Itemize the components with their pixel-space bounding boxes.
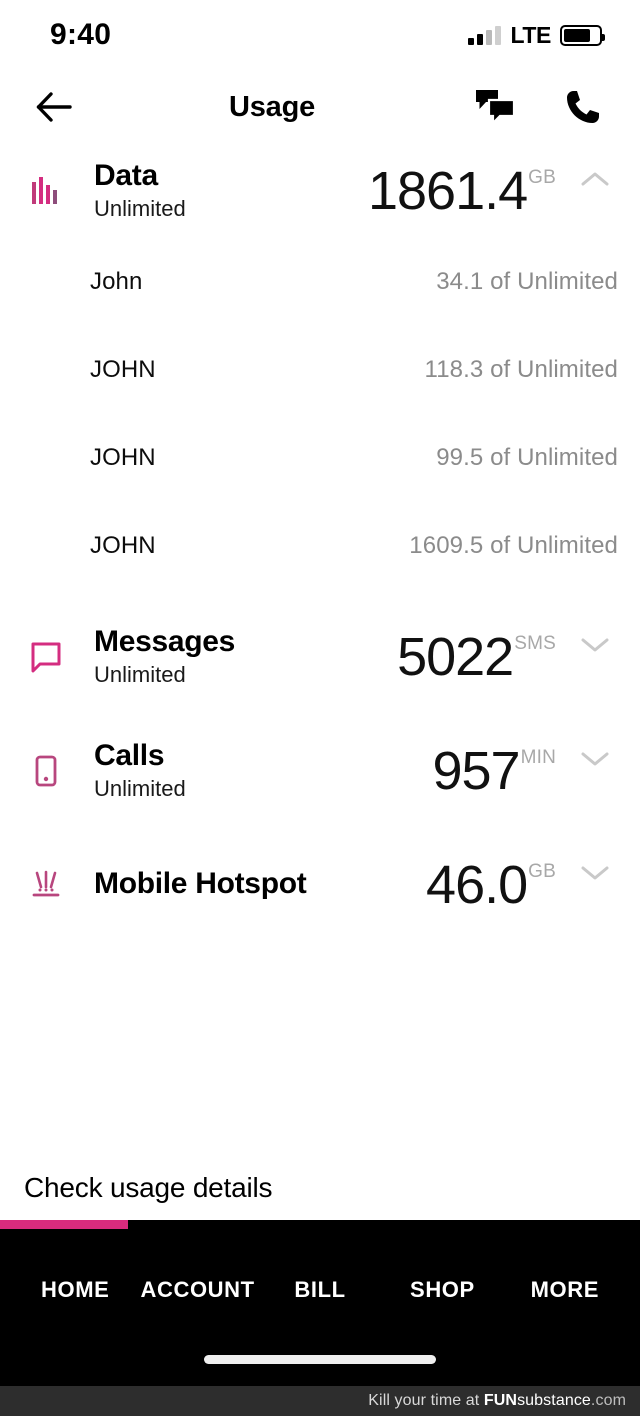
call-button[interactable] (560, 84, 606, 130)
phone-screen: 9:40 LTE Usage Data Unlimited 1861.4 GB … (0, 0, 640, 1416)
section-unit: MIN (520, 747, 556, 768)
phone-device-icon (24, 749, 68, 793)
chevron-down-icon[interactable] (572, 864, 618, 882)
usage-list: Data Unlimited 1861.4 GB John 34.1 of Un… (0, 144, 640, 1220)
phone-handset-icon (567, 91, 599, 123)
section-title: Calls (94, 738, 165, 772)
line-usage: 118.3 of Unlimited (424, 356, 618, 383)
check-usage-details-link[interactable]: Check usage details (0, 1156, 640, 1220)
watermark-suffix: .com (590, 1392, 626, 1409)
watermark-brand-bold: FUN (483, 1392, 518, 1409)
bar-chart-icon (24, 169, 68, 213)
section-value-group: 957 MIN (432, 744, 618, 798)
section-divider (0, 704, 640, 724)
messages-button[interactable] (472, 84, 518, 130)
section-title: Mobile Hotspot (94, 867, 307, 901)
section-divider (0, 590, 640, 610)
cellular-signal-icon (468, 25, 502, 45)
section-labels: Mobile Hotspot (94, 867, 307, 903)
chevron-down-icon[interactable] (572, 636, 618, 654)
section-unit: SMS (514, 633, 556, 654)
tab-home[interactable]: HOME (14, 1277, 136, 1303)
section-value-group: 5022 SMS (397, 630, 618, 684)
line-name: JOHN (90, 532, 156, 559)
section-labels: Calls Unlimited (94, 739, 186, 803)
section-labels: Messages Unlimited (94, 625, 235, 689)
section-value: 957 (432, 741, 520, 801)
home-indicator[interactable] (204, 1355, 436, 1364)
usage-section-mobile-hotspot[interactable]: Mobile Hotspot 46.0 GB (0, 838, 640, 932)
status-indicators: LTE (468, 21, 605, 49)
status-clock: 9:40 (50, 18, 112, 51)
usage-section-data[interactable]: Data Unlimited 1861.4 GB (0, 144, 640, 238)
status-bar: 9:40 LTE (0, 0, 640, 70)
section-subtitle: Unlimited (94, 661, 186, 687)
line-usage: 1609.5 of Unlimited (409, 532, 618, 559)
watermark-bar: Kill your time at FUNsubstance.com (0, 1386, 640, 1416)
arrow-left-icon (36, 92, 72, 122)
watermark-prefix: Kill your time at (368, 1392, 484, 1409)
watermark-text: Kill your time at FUNsubstance.com (368, 1392, 626, 1410)
speech-bubble-icon (24, 635, 68, 679)
section-value-group: 46.0 GB (426, 858, 618, 912)
tab-shop[interactable]: SHOP (381, 1277, 503, 1303)
table-row[interactable]: JOHN 118.3 of Unlimited (0, 326, 640, 414)
watermark-brand-rest: substance (517, 1392, 591, 1409)
bottom-navigation: HOME ACCOUNT BILL SHOP MORE (0, 1220, 640, 1386)
section-value-group: 1861.4 GB (368, 164, 618, 218)
tab-bill[interactable]: BILL (259, 1277, 381, 1303)
table-row[interactable]: John 34.1 of Unlimited (0, 238, 640, 326)
line-name: John (90, 268, 143, 295)
chevron-up-icon[interactable] (572, 170, 618, 188)
section-subtitle: Unlimited (94, 775, 186, 801)
line-usage: 34.1 of Unlimited (436, 268, 618, 295)
section-value: 5022 (397, 627, 514, 687)
page-title: Usage (228, 90, 316, 123)
tab-more[interactable]: MORE (504, 1277, 626, 1303)
section-labels: Data Unlimited (94, 159, 186, 223)
line-name: JOHN (90, 444, 156, 471)
data-line-list: John 34.1 of Unlimited JOHN 118.3 of Unl… (0, 238, 640, 590)
hotspot-rays-icon (24, 863, 68, 907)
line-usage: 99.5 of Unlimited (436, 444, 618, 471)
section-divider (0, 818, 640, 838)
section-value: 1861.4 (367, 161, 528, 221)
section-subtitle: Unlimited (94, 195, 186, 221)
section-title: Data (94, 158, 158, 192)
table-row[interactable]: JOHN 99.5 of Unlimited (0, 414, 640, 502)
chevron-down-icon[interactable] (572, 750, 618, 768)
tab-account[interactable]: ACCOUNT (136, 1277, 258, 1303)
chat-bubbles-icon (476, 90, 516, 126)
usage-section-calls[interactable]: Calls Unlimited 957 MIN (0, 724, 640, 818)
battery-icon (560, 24, 605, 46)
line-name: JOHN (90, 356, 156, 383)
table-row[interactable]: JOHN 1609.5 of Unlimited (0, 502, 640, 590)
section-value: 46.0 (426, 855, 528, 915)
usage-section-messages[interactable]: Messages Unlimited 5022 SMS (0, 610, 640, 704)
section-unit: GB (528, 167, 556, 188)
section-title: Messages (94, 624, 236, 658)
active-tab-indicator (0, 1220, 128, 1229)
app-bar: Usage (0, 70, 640, 144)
section-unit: GB (528, 861, 556, 882)
network-type-label: LTE (510, 21, 551, 48)
app-bar-actions (472, 84, 606, 130)
